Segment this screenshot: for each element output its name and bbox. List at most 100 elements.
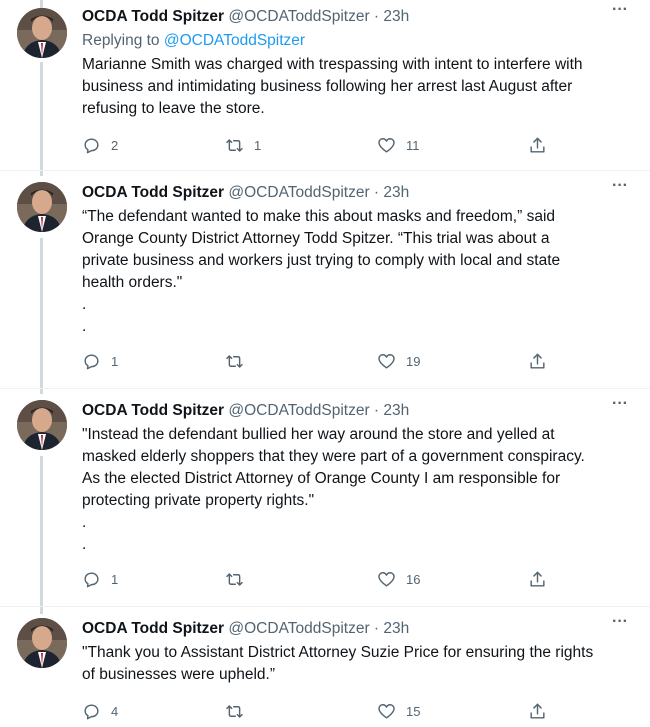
- retweet-icon: [226, 704, 243, 718]
- tweet-actions: 1 16: [82, 568, 562, 590]
- tweet-line: business and intimidating business follo…: [82, 78, 573, 95]
- tweet-line: of businesses were upheld.”: [82, 666, 276, 683]
- reply-count: 1: [111, 353, 119, 369]
- separator: ·: [373, 8, 380, 25]
- share-button[interactable]: [528, 134, 547, 156]
- retweet-icon: [226, 354, 243, 368]
- tweet-line: As the elected District Attorney of Oran…: [82, 470, 561, 487]
- timestamp[interactable]: 23h: [383, 8, 409, 25]
- timestamp[interactable]: 23h: [383, 620, 409, 637]
- tweet-line: “The defendant wanted to make this about…: [82, 208, 556, 225]
- tweet-line: "Thank you to Assistant District Attorne…: [82, 644, 594, 661]
- tweet-header: OCDA Todd Spitzer @OCDAToddSpitzer · 23h: [82, 6, 409, 28]
- avatar[interactable]: [17, 182, 67, 232]
- share-button[interactable]: [528, 350, 547, 372]
- like-button[interactable]: 19: [377, 350, 420, 372]
- like-button[interactable]: 11: [377, 134, 420, 156]
- reply-icon: [84, 571, 99, 587]
- tweet-dot: .: [82, 536, 87, 553]
- reply-button[interactable]: 2: [82, 134, 118, 156]
- tweet-actions: 4 15: [82, 700, 562, 722]
- tweet-line: refusing to leave the store.: [82, 100, 265, 117]
- replying-to: Replying to @OCDAToddSpitzer: [82, 30, 305, 52]
- tweet-header: OCDA Todd Spitzer @OCDAToddSpitzer · 23h: [82, 400, 409, 422]
- more-icon[interactable]: ···: [610, 396, 630, 420]
- tweet-text: “The defendant wanted to make this about…: [82, 206, 637, 338]
- author-handle[interactable]: @OCDAToddSpitzer: [228, 620, 369, 637]
- avatar[interactable]: [17, 618, 67, 668]
- tweet-line: Orange County District Attorney Todd Spi…: [82, 230, 550, 247]
- more-icon[interactable]: ···: [610, 2, 630, 26]
- reply-count: 1: [111, 571, 119, 587]
- divider: [0, 388, 650, 389]
- tweet-dot: .: [82, 296, 87, 313]
- tweet-text: "Instead the defendant bullied her way a…: [82, 424, 637, 556]
- reply-icon: [84, 353, 99, 369]
- avatar[interactable]: [17, 400, 67, 450]
- tweet[interactable]: OCDA Todd Spitzer @OCDAToddSpitzer · 23h…: [0, 396, 650, 606]
- more-icon[interactable]: ···: [610, 178, 630, 202]
- tweet-actions: 1 19: [82, 350, 562, 372]
- reply-button[interactable]: 1: [82, 350, 118, 372]
- tweet[interactable]: OCDA Todd Spitzer @OCDAToddSpitzer · 23h…: [0, 178, 650, 388]
- like-count: 15: [406, 703, 421, 719]
- tweet[interactable]: OCDA Todd Spitzer @OCDAToddSpitzer · 23h…: [0, 0, 650, 170]
- retweet-button[interactable]: [225, 700, 254, 722]
- author-handle[interactable]: @OCDAToddSpitzer: [228, 402, 369, 419]
- author-handle[interactable]: @OCDAToddSpitzer: [228, 8, 369, 25]
- share-button[interactable]: [528, 568, 547, 590]
- retweet-button[interactable]: [225, 568, 254, 590]
- tweet-actions: 2 1 11: [82, 134, 562, 156]
- share-icon: [530, 571, 545, 587]
- like-count: 11: [406, 137, 420, 153]
- retweet-count: 1: [254, 137, 262, 153]
- like-button[interactable]: 16: [377, 568, 420, 590]
- retweet-button[interactable]: [225, 350, 254, 372]
- divider: [0, 606, 650, 607]
- tweet-line: Marianne Smith was charged with trespass…: [82, 56, 583, 73]
- tweet-line: protecting private property rights.": [82, 492, 315, 509]
- reply-icon: [84, 137, 99, 153]
- tweet-header: OCDA Todd Spitzer @OCDAToddSpitzer · 23h: [82, 618, 409, 640]
- tweet-text: Marianne Smith was charged with trespass…: [82, 54, 637, 120]
- reply-button[interactable]: 4: [82, 700, 118, 722]
- separator: ·: [373, 184, 380, 201]
- replying-to-handle[interactable]: @OCDAToddSpitzer: [164, 32, 305, 49]
- share-icon: [530, 703, 545, 719]
- more-icon[interactable]: ···: [610, 614, 630, 638]
- timestamp[interactable]: 23h: [383, 402, 409, 419]
- author-name[interactable]: OCDA Todd Spitzer: [82, 184, 224, 201]
- reply-count: 4: [111, 703, 119, 719]
- tweet-line: health orders.": [82, 274, 183, 291]
- heart-icon: [378, 353, 395, 369]
- author-handle[interactable]: @OCDAToddSpitzer: [228, 184, 369, 201]
- like-count: 19: [406, 353, 421, 369]
- tweet-text: "Thank you to Assistant District Attorne…: [82, 642, 637, 686]
- heart-icon: [378, 703, 395, 719]
- tweet-line: private business and workers just trying…: [82, 252, 561, 269]
- share-icon: [530, 137, 545, 153]
- heart-icon: [378, 571, 395, 587]
- tweet-header: OCDA Todd Spitzer @OCDAToddSpitzer · 23h: [82, 182, 409, 204]
- author-name[interactable]: OCDA Todd Spitzer: [82, 8, 224, 25]
- separator: ·: [373, 620, 380, 637]
- reply-count: 2: [111, 137, 119, 153]
- tweet-line: masked elderly shoppers that they were p…: [82, 448, 585, 465]
- heart-icon: [378, 137, 395, 153]
- tweet-dot: .: [82, 514, 87, 531]
- replying-to-label: Replying to: [82, 32, 164, 49]
- retweet-icon: [226, 572, 243, 586]
- tweet-dot: .: [82, 318, 87, 335]
- separator: ·: [373, 402, 380, 419]
- author-name[interactable]: OCDA Todd Spitzer: [82, 620, 224, 637]
- share-button[interactable]: [528, 700, 547, 722]
- reply-button[interactable]: 1: [82, 568, 118, 590]
- reply-icon: [84, 703, 99, 719]
- timestamp[interactable]: 23h: [383, 184, 409, 201]
- tweet[interactable]: OCDA Todd Spitzer @OCDAToddSpitzer · 23h…: [0, 614, 650, 727]
- like-button[interactable]: 15: [377, 700, 420, 722]
- author-name[interactable]: OCDA Todd Spitzer: [82, 402, 224, 419]
- avatar[interactable]: [17, 8, 67, 58]
- retweet-button[interactable]: 1: [225, 134, 261, 156]
- divider: [0, 170, 650, 171]
